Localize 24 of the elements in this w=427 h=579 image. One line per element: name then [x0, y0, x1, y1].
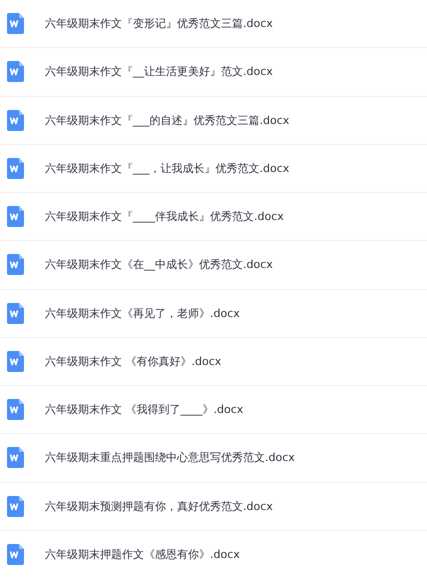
file-name-link[interactable]: 六年级期末作文 《有你真好》.docx	[45, 354, 222, 369]
word-document-icon	[7, 399, 24, 420]
word-document-icon	[7, 447, 24, 468]
file-name-link[interactable]: 六年级期末作文《在__中成长》优秀范文.docx	[45, 257, 273, 272]
word-document-icon	[7, 350, 24, 372]
word-document-icon	[7, 158, 24, 179]
word-document-icon	[7, 61, 24, 82]
word-document-icon	[7, 302, 24, 324]
word-document-icon	[7, 206, 24, 228]
word-document-icon	[7, 13, 24, 34]
file-name-link[interactable]: 六年级期末作文『变形记』优秀范文三篇.docx	[45, 16, 273, 32]
word-document-icon	[7, 110, 24, 131]
word-document-icon	[7, 254, 24, 276]
file-name-link[interactable]: 六年级期末作文『___的自述』优秀范文三篇.docx	[45, 112, 290, 128]
file-name-link[interactable]: 六年级期末重点押题围绕中心意思写优秀范文.docx	[45, 450, 295, 466]
file-name-link[interactable]: 六年级期末作文《再见了，老师》.docx	[45, 306, 240, 321]
file-name-link[interactable]: 六年级期末作文『____伴我成长』优秀范文.docx	[45, 209, 284, 224]
file-name-link[interactable]: 六年级期末作文『___，让我成长』优秀范文.docx	[45, 160, 290, 176]
file-name-link[interactable]: 六年级期末押题作文《感恩有你》.docx	[45, 547, 240, 562]
word-document-icon	[7, 496, 24, 517]
file-name-link[interactable]: 六年级期末作文 《我得到了____》.docx	[45, 402, 244, 418]
file-name-link[interactable]: 六年级期末作文『__让生活更美好』范文.docx	[45, 64, 273, 80]
word-document-icon	[7, 544, 24, 566]
file-name-link[interactable]: 六年级期末预测押题有你，真好优秀范文.docx	[45, 498, 273, 514]
